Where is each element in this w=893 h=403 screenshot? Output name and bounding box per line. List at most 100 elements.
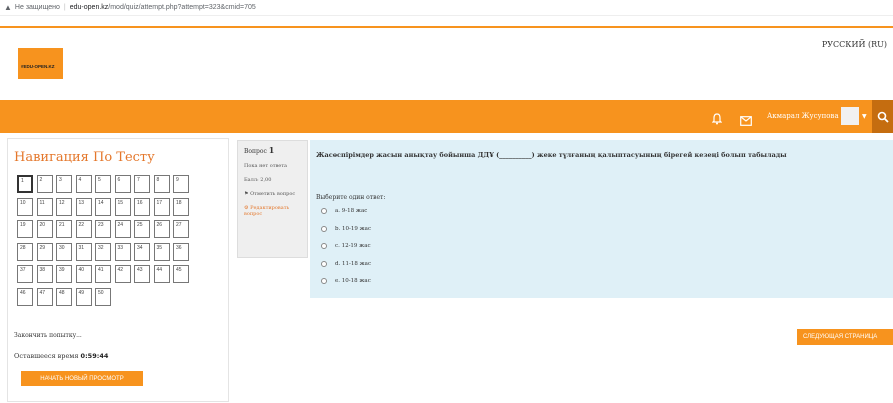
quiz-navigation-panel: Навигация По Тесту 1 2 3 4 5 6 7 8 9 10 11 12 13 14 15… [7, 138, 229, 402]
search-icon [877, 111, 889, 123]
question-nav-button[interactable]: 29 [36, 242, 53, 261]
answer-option[interactable]: b. 10-19 жас [321, 225, 372, 232]
question-nav-button[interactable]: 12 [56, 197, 72, 216]
browser-url-bar[interactable]: ▲ Не защищено | edu-open.kz /mod/quiz/at… [0, 0, 893, 16]
question-text: Жасөспірімдер жасын анықтау бойынша ДДҰ … [316, 151, 787, 159]
url-host: edu-open.kz [69, 4, 109, 11]
time-left: Оставшееся время 0:59:44 [14, 352, 108, 360]
question-nav-button[interactable]: 16 [134, 197, 150, 216]
question-nav-button[interactable]: 14 [95, 197, 111, 216]
question-nav-button[interactable]: 17 [153, 197, 170, 216]
question-nav-button[interactable]: 26 [153, 220, 170, 238]
question-nav-button[interactable]: 24 [114, 220, 131, 238]
question-nav-button[interactable]: 11 [36, 197, 53, 216]
question-number-value: 1 [268, 145, 275, 155]
question-nav-button[interactable]: 3 [56, 175, 72, 193]
question-nav-button[interactable]: 44 [153, 265, 170, 283]
question-nav-button[interactable]: 39 [56, 265, 72, 283]
answer-option-label: a. 9-18 жас [335, 208, 368, 214]
edit-question-link[interactable]: ⚙ Редактировать вопрос [244, 205, 301, 217]
radio-button[interactable] [321, 260, 327, 267]
answer-option[interactable]: d. 11-18 жас [321, 260, 372, 267]
question-nav-button[interactable]: 4 [75, 175, 92, 193]
question-nav-button[interactable]: 33 [114, 242, 131, 261]
question-nav-button[interactable]: 32 [95, 242, 111, 261]
finish-attempt-link[interactable]: Закончить попытку... [14, 332, 82, 339]
answer-option[interactable]: a. 9-18 жас [321, 208, 367, 214]
user-name[interactable]: Акмарал Жусупова [767, 112, 839, 120]
question-nav-button[interactable]: 1 [17, 175, 33, 193]
flag-icon: ⚑ [244, 191, 249, 197]
flag-question-label: Отметить вопрос [250, 191, 296, 197]
question-score: Балл: 2,00 [244, 177, 272, 183]
question-nav-button[interactable]: 2 [36, 175, 53, 193]
question-nav-button[interactable]: 15 [114, 197, 131, 216]
answer-status: Пока нет ответа [244, 163, 288, 169]
quiz-nav-title: Навигация По Тесту [14, 150, 155, 165]
question-nav-button[interactable]: 6 [114, 175, 131, 193]
question-nav-button[interactable]: 23 [95, 220, 111, 238]
language-selector[interactable]: РУССКИЙ (RU) [822, 40, 887, 49]
answer-option-label: d. 11-18 жас [335, 260, 372, 267]
answer-option[interactable]: c. 12-19 жас [321, 243, 371, 249]
avatar[interactable] [841, 107, 859, 125]
question-nav-button[interactable]: 27 [173, 220, 189, 238]
question-nav-button[interactable]: 45 [173, 265, 189, 283]
next-page-button[interactable]: СЛЕДУЮЩАЯ СТРАНИЦА [797, 329, 893, 345]
question-nav-button[interactable]: 43 [134, 265, 150, 283]
question-nav-button[interactable]: 49 [75, 287, 92, 306]
warning-icon: ▲ [4, 3, 12, 12]
top-navbar: Акмарал Жусупова ▼ [0, 100, 893, 133]
answer-option-label: e. 10-18 жас [335, 278, 371, 284]
question-nav-button[interactable]: 41 [95, 265, 111, 283]
question-nav-button[interactable]: 28 [17, 242, 33, 261]
question-nav-button[interactable]: 34 [134, 242, 150, 261]
answer-option-label: b. 10-19 жас [335, 225, 372, 232]
flag-question-link[interactable]: ⚑ Отметить вопрос [244, 191, 301, 197]
search-button[interactable] [872, 100, 893, 133]
radio-button[interactable] [321, 208, 327, 214]
question-nav-button[interactable]: 38 [36, 265, 53, 283]
answer-prompt: Выберите один ответ: [316, 194, 386, 201]
site-logo[interactable]: #EDU-OPEN.KZ [18, 48, 63, 79]
bell-icon[interactable] [711, 110, 723, 125]
question-nav-button[interactable]: 7 [134, 175, 150, 193]
question-info: Вопрос 1 Пока нет ответа Балл: 2,00 ⚑ От… [237, 140, 308, 258]
question-nav-button[interactable]: 13 [75, 197, 92, 216]
radio-button[interactable] [321, 278, 327, 284]
radio-button[interactable] [321, 243, 327, 249]
question-label: Вопрос [244, 148, 267, 155]
question-nav-button[interactable]: 21 [56, 220, 72, 238]
question-nav-button[interactable]: 18 [173, 197, 189, 216]
question-nav-button[interactable]: 20 [36, 220, 53, 238]
question-nav-button[interactable]: 37 [17, 265, 33, 283]
question-nav-button[interactable]: 31 [75, 242, 92, 261]
logo-text: #EDU-OPEN.KZ [21, 64, 55, 69]
question-nav-button[interactable]: 30 [56, 242, 72, 261]
question-content: Жасөспірімдер жасын анықтау бойынша ДДҰ … [310, 140, 893, 298]
question-nav-button[interactable]: 42 [114, 265, 131, 283]
answer-option[interactable]: e. 10-18 жас [321, 278, 371, 284]
question-nav-button[interactable]: 36 [173, 242, 189, 261]
question-nav-button[interactable]: 47 [36, 287, 53, 306]
question-nav-button[interactable]: 46 [17, 287, 33, 306]
question-nav-button[interactable]: 5 [95, 175, 111, 193]
start-new-preview-button[interactable]: НАЧАТЬ НОВЫЙ ПРОСМОТР [21, 371, 143, 386]
mail-icon[interactable] [740, 111, 752, 126]
answer-option-label: c. 12-19 жас [335, 243, 371, 249]
question-nav-button[interactable]: 25 [134, 220, 150, 238]
radio-button[interactable] [321, 225, 327, 232]
edit-question-label: Редактировать вопрос [244, 205, 290, 217]
time-left-value: 0:59:44 [80, 352, 109, 360]
question-nav-button[interactable]: 9 [173, 175, 189, 193]
question-nav-button[interactable]: 8 [153, 175, 170, 193]
question-nav-button[interactable]: 35 [153, 242, 170, 261]
question-nav-button[interactable]: 48 [56, 287, 72, 306]
question-nav-button[interactable]: 40 [75, 265, 92, 283]
question-nav-button[interactable]: 50 [95, 287, 111, 306]
question-nav-button[interactable]: 10 [17, 197, 33, 216]
question-nav-button[interactable]: 22 [75, 220, 92, 238]
question-nav-button[interactable]: 19 [17, 220, 33, 238]
time-left-label: Оставшееся время [14, 352, 79, 360]
chevron-down-icon[interactable]: ▼ [862, 113, 867, 120]
